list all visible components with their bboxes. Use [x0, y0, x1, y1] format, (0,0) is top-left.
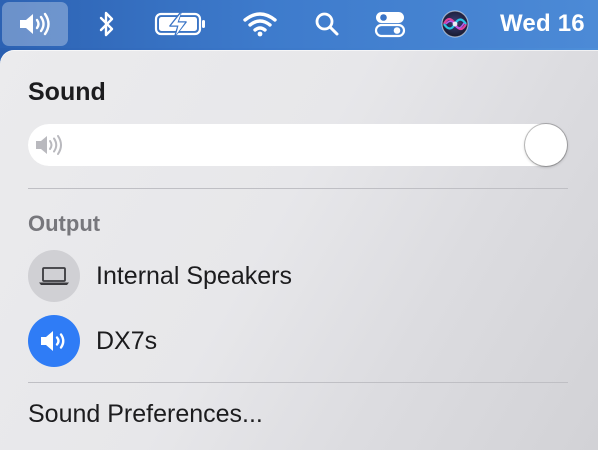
divider: [28, 382, 568, 383]
panel-title: Sound: [28, 78, 106, 106]
device-icon-circle: [28, 250, 80, 302]
sound-popover: Sound Output Internal Speakers DX7s Soun…: [0, 50, 598, 450]
device-label: Internal Speakers: [96, 262, 292, 290]
speaker-icon: [41, 331, 65, 351]
speaker-low-icon: [36, 135, 62, 155]
sound-preferences-link[interactable]: Sound Preferences...: [28, 400, 263, 429]
wifi-menu-button[interactable]: [242, 0, 278, 48]
volume-slider-knob[interactable]: [525, 124, 567, 166]
search-icon: [315, 12, 339, 36]
bluetooth-menu-button[interactable]: [92, 0, 122, 48]
menu-bar: Wed 16: [0, 0, 598, 48]
control-center-icon: [374, 12, 406, 38]
bluetooth-icon: [99, 11, 114, 37]
device-label: DX7s: [96, 327, 158, 355]
sound-menu-button[interactable]: [2, 2, 68, 46]
device-icon-circle-selected: [28, 315, 80, 367]
siri-menu-button[interactable]: [438, 0, 472, 48]
battery-charging-icon: [154, 11, 205, 37]
siri-icon: [441, 10, 469, 38]
control-center-menu-button[interactable]: [372, 0, 408, 48]
spotlight-menu-button[interactable]: [312, 0, 342, 48]
device-dx7s[interactable]: DX7s: [28, 315, 568, 367]
laptop-icon: [39, 267, 69, 285]
speaker-icon: [20, 12, 50, 36]
wifi-icon: [243, 12, 277, 37]
clock-label: Wed 16: [500, 10, 585, 37]
output-section-label: Output: [28, 211, 101, 236]
volume-slider-fill: [28, 124, 567, 166]
volume-slider[interactable]: [28, 124, 567, 166]
clock[interactable]: Wed 16: [500, 0, 598, 48]
device-internal-speakers[interactable]: Internal Speakers: [28, 250, 568, 302]
battery-menu-button[interactable]: [152, 0, 210, 48]
divider: [28, 188, 568, 189]
